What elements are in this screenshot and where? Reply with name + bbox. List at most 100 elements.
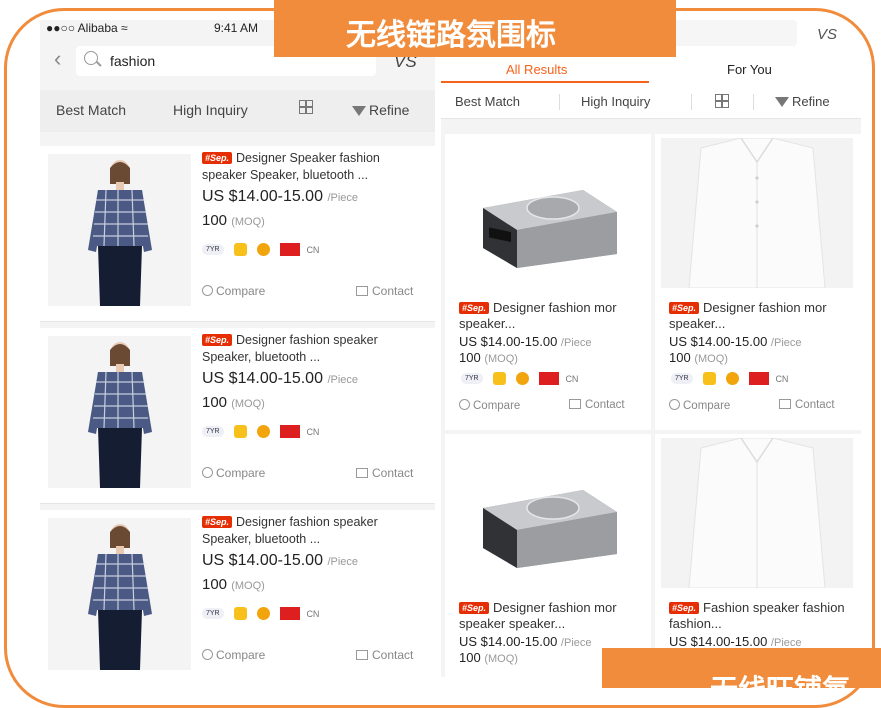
refine-button[interactable]: Refine [775, 94, 830, 109]
product-title[interactable]: #Sep. Designer fashion mor speaker... [669, 300, 855, 332]
moq-label: (MOQ) [231, 398, 265, 410]
contact-label: Contact [585, 399, 625, 411]
china-flag-icon [538, 372, 559, 386]
back-icon[interactable]: ‹ [54, 48, 61, 70]
compare-label: Compare [216, 648, 266, 662]
product-moq: 100 (MOQ) [202, 212, 265, 229]
contact-label: Contact [795, 399, 835, 411]
compare-label: Compare [216, 284, 266, 298]
contact-label: Contact [372, 648, 414, 662]
product-image-white-shirt[interactable] [661, 138, 853, 288]
product-title[interactable]: #Sep. Designer Speaker fashion speaker Sp… [202, 150, 427, 184]
tab-all-results[interactable]: All Results [506, 62, 567, 77]
sort-high-inquiry[interactable]: High Inquiry [173, 102, 248, 118]
gold-supplier-icon [234, 425, 248, 439]
compare-button[interactable]: Compare [202, 284, 265, 298]
supplier-badges: 7YR CN [671, 370, 788, 388]
product-image-woman-plaid[interactable] [48, 336, 191, 488]
grid-item[interactable]: #Sep. Designer fashion mor speaker... US … [445, 134, 651, 430]
chat-icon [356, 468, 368, 478]
product-image-white-shirt[interactable] [661, 438, 853, 588]
tab-for-you[interactable]: For You [727, 62, 772, 77]
price-unit: /Piece [770, 337, 802, 349]
product-title[interactable]: #Sep. Designer fashion speaker Speaker, b… [202, 514, 427, 548]
bottom-annotation-banner: 无线旺铺氛 [602, 648, 881, 688]
product-moq: 100 (MOQ) [202, 576, 265, 593]
compare-button[interactable]: Compare [669, 399, 730, 412]
product-moq: 100 (MOQ) [669, 350, 728, 365]
list-item[interactable]: #Sep. Designer Speaker fashion speaker Sp… [40, 146, 435, 322]
compare-vs-button[interactable]: VS [817, 26, 837, 43]
trade-assurance-icon [256, 425, 270, 439]
trade-assurance-icon [515, 372, 529, 386]
moq-value: 100 [202, 576, 228, 593]
grid-item[interactable]: #Sep. Designer fashion mor speaker... US … [655, 134, 861, 430]
product-price: US $14.00-15.00 /Piece [202, 188, 358, 206]
product-title[interactable]: #Sep. Designer fashion mor speaker speake… [459, 600, 645, 632]
chat-icon [569, 399, 581, 409]
contact-label: Contact [372, 284, 414, 298]
sort-best-match[interactable]: Best Match [56, 102, 126, 118]
chat-icon [356, 650, 368, 660]
years-badge: 7YR [202, 244, 224, 256]
product-title[interactable]: #Sep. Designer fashion speaker Speaker, b… [202, 332, 427, 366]
moq-value: 100 [459, 650, 481, 665]
price-unit: /Piece [327, 374, 359, 386]
grid-item[interactable]: #Sep. Designer fashion mor speaker speake… [445, 434, 651, 677]
price-unit: /Piece [327, 192, 359, 204]
sep-tag: #Sep. [669, 302, 700, 314]
results-tabs: All Results For You [441, 56, 861, 86]
product-image-projector[interactable] [451, 138, 643, 288]
clock: 9:41 AM [214, 21, 259, 35]
search-query[interactable]: fashion [110, 53, 155, 69]
contact-button[interactable]: Contact [356, 284, 413, 298]
carrier-label: ●●○○ Alibaba ≈ [46, 21, 128, 35]
contact-button[interactable]: Contact [356, 466, 413, 480]
grid-item[interactable]: #Sep. Fashion speaker fashion fashion... … [655, 434, 861, 677]
refine-label: Refine [792, 94, 830, 109]
china-flag-icon [279, 243, 300, 257]
price-unit: /Piece [560, 637, 592, 649]
price-unit: /Piece [560, 337, 592, 349]
grid-toggle-icon[interactable] [715, 94, 729, 108]
filter-bar: Best Match High Inquiry Refine [441, 86, 861, 119]
product-price: US $14.00-15.00 /Piece [669, 334, 802, 349]
search-input[interactable] [671, 20, 797, 46]
product-price: US $14.00-15.00 /Piece [202, 370, 358, 388]
refine-button[interactable]: Refine [352, 102, 409, 118]
moq-label: (MOQ) [694, 353, 728, 365]
top-annotation-banner: 无线链路氛围标 [274, 0, 676, 57]
trade-assurance-icon [256, 607, 270, 621]
contact-button[interactable]: Contact [569, 399, 625, 411]
product-image-projector[interactable] [451, 438, 643, 588]
product-moq: 100 (MOQ) [459, 350, 518, 365]
price-value: US $14.00-15.00 [669, 634, 768, 649]
sep-tag: #Sep. [459, 302, 490, 314]
contact-button[interactable]: Contact [356, 648, 413, 662]
sort-high-inquiry[interactable]: High Inquiry [581, 94, 650, 109]
moq-label: (MOQ) [484, 353, 518, 365]
china-flag-icon [748, 372, 769, 386]
moq-value: 100 [202, 394, 228, 411]
sort-best-match[interactable]: Best Match [455, 94, 520, 109]
product-moq: 100 (MOQ) [202, 394, 265, 411]
list-item[interactable]: #Sep. Designer fashion speaker Speaker, b… [40, 510, 435, 677]
sep-tag: #Sep. [202, 334, 233, 346]
contact-label: Contact [372, 466, 414, 480]
list-item[interactable]: #Sep. Designer fashion speaker Speaker, b… [40, 328, 435, 504]
search-icon [84, 51, 98, 65]
contact-button[interactable]: Contact [779, 399, 835, 411]
sep-tag: #Sep. [202, 516, 233, 528]
grid-toggle-icon[interactable] [299, 100, 313, 114]
compare-button[interactable]: Compare [202, 648, 265, 662]
supplier-badges: 7YR CN [202, 605, 319, 621]
compare-button[interactable]: Compare [459, 399, 520, 412]
country-code: CN [306, 426, 320, 437]
product-image-woman-plaid[interactable] [48, 154, 191, 306]
funnel-icon [352, 106, 366, 116]
china-flag-icon [279, 425, 300, 439]
product-image-woman-plaid[interactable] [48, 518, 191, 670]
compare-button[interactable]: Compare [202, 466, 265, 480]
product-title[interactable]: #Sep. Designer fashion mor speaker... [459, 300, 645, 332]
product-title[interactable]: #Sep. Fashion speaker fashion fashion... [669, 600, 855, 632]
